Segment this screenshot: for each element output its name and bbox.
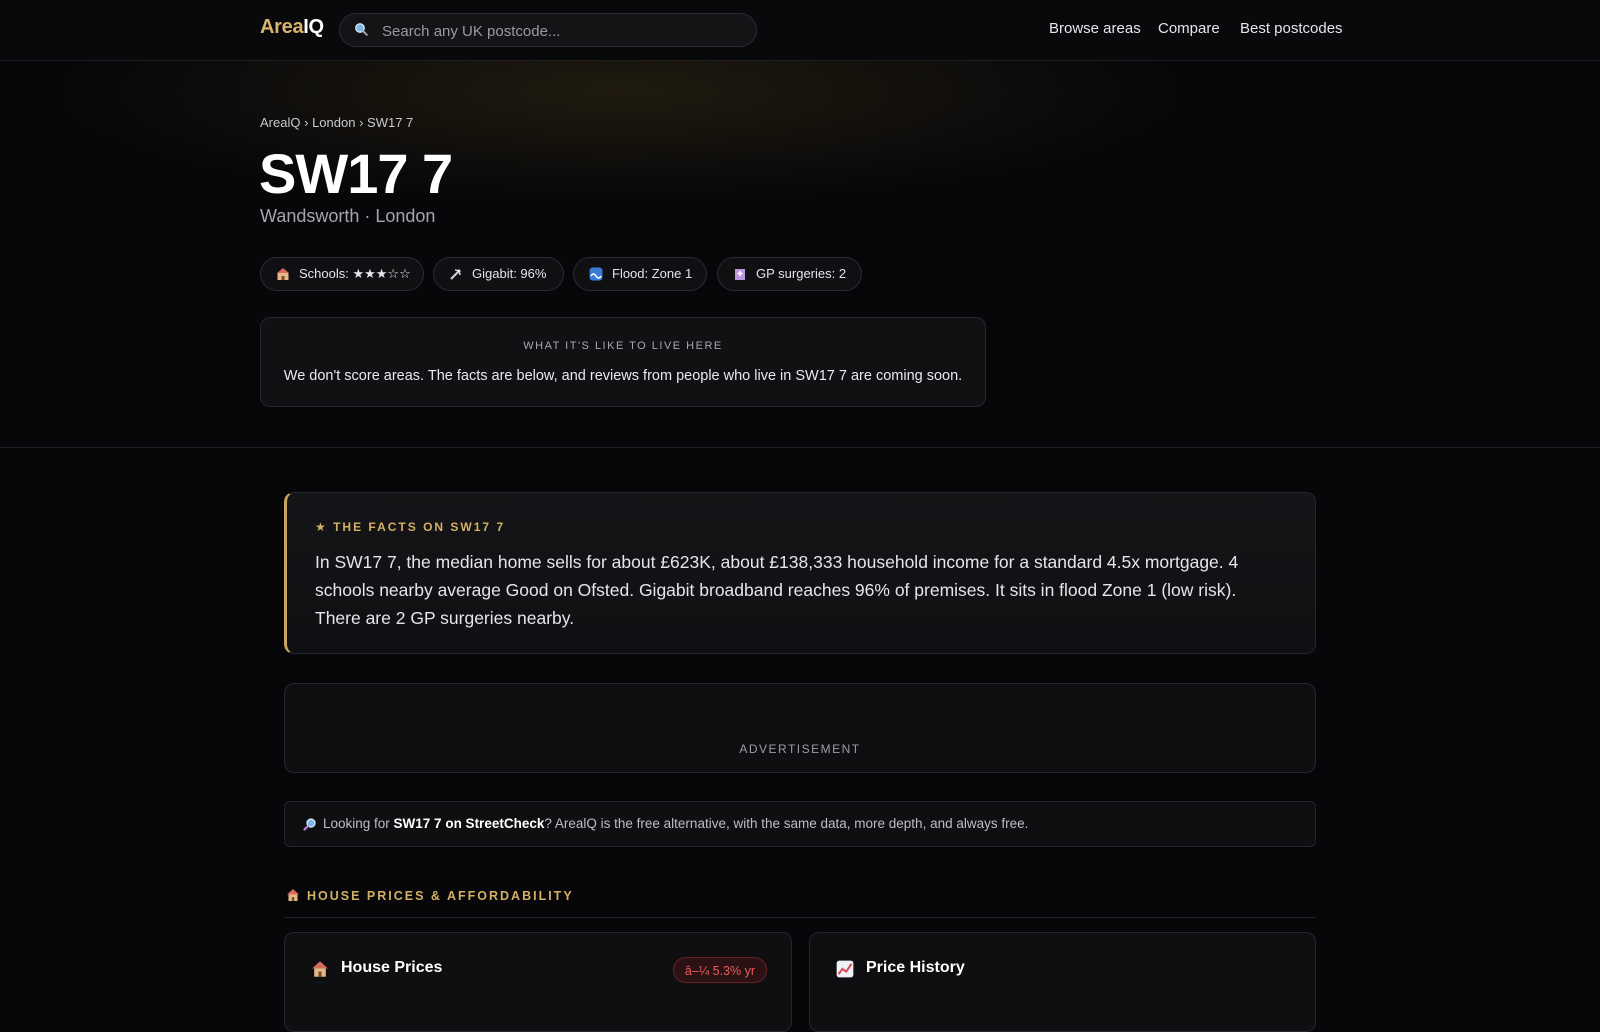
advertisement-label: ADVERTISEMENT	[739, 742, 861, 756]
live-here-panel: WHAT IT'S LIKE TO LIVE HERE We don't sco…	[260, 317, 986, 407]
pill-schools[interactable]: Schools: ★★★☆☆	[260, 257, 424, 291]
section-title: HOUSE PRICES & AFFORDABILITY	[307, 889, 574, 903]
nav-browse-areas[interactable]: Browse areas	[1049, 20, 1141, 37]
price-history-card: Price History	[809, 932, 1316, 1032]
logo-part-iq: IQ	[303, 16, 324, 38]
facts-card: ★ THE FACTS ON SW17 7 In SW17 7, the med…	[284, 492, 1316, 654]
pill-gp-surgeries[interactable]: GP surgeries: 2	[717, 257, 862, 291]
nav-compare[interactable]: Compare	[1158, 20, 1220, 37]
wave-icon	[589, 267, 603, 281]
card-title: Price History	[866, 959, 965, 976]
page-subtitle: Wandsworth · London	[260, 206, 436, 226]
pill-label: Gigabit: 96%	[472, 266, 547, 281]
advertisement-slot: ADVERTISEMENT	[284, 683, 1316, 773]
live-here-text: We don't score areas. The facts are belo…	[283, 368, 963, 384]
hospital-icon	[735, 269, 745, 280]
breadcrumb-current: SW17 7	[367, 115, 414, 130]
search-icon	[355, 23, 368, 36]
house-icon	[312, 961, 328, 977]
hero-section: ArealQ › London › SW17 7 SW17 7 Wandswor…	[0, 61, 1600, 448]
live-here-label: WHAT IT'S LIKE TO LIVE HERE	[523, 340, 723, 352]
search-bar[interactable]	[339, 13, 757, 47]
top-bar: AreaIQ Browse areas Compare Best postcod…	[0, 0, 1600, 61]
facts-body: In SW17 7, the median home sells for abo…	[315, 552, 1239, 628]
price-change-badge: â–¼ 5.3% yr	[672, 957, 767, 983]
house-icon	[287, 889, 299, 901]
pill-label: Flood: Zone 1	[612, 266, 693, 281]
pill-label: Schools: ★★★☆☆	[299, 266, 411, 281]
streetcheck-notice: Looking for SW17 7 on StreetCheck? Areal…	[284, 801, 1316, 847]
satellite-icon	[450, 269, 461, 280]
search-input[interactable]	[380, 20, 744, 42]
logo-part-area: Area	[260, 16, 304, 38]
breadcrumb-home[interactable]: ArealQ	[260, 115, 300, 130]
pill-label: GP surgeries: 2	[756, 266, 847, 281]
facts-heading: ★ THE FACTS ON SW17 7	[315, 520, 506, 534]
pill-flood[interactable]: Flood: Zone 1	[573, 257, 707, 291]
logo[interactable]: AreaIQ	[260, 16, 324, 39]
house-prices-card: House Prices â–¼ 5.3% yr	[284, 932, 792, 1032]
pill-gigabit[interactable]: Gigabit: 96%	[433, 257, 564, 291]
nav-best-postcodes[interactable]: Best postcodes	[1240, 20, 1343, 37]
magnifier-icon	[303, 818, 316, 831]
breadcrumb: ArealQ › London › SW17 7	[260, 115, 413, 130]
breadcrumb-london[interactable]: London	[312, 115, 355, 130]
streetcheck-link[interactable]: SW17 7 on StreetCheck	[394, 816, 545, 831]
streetcheck-prefix: Looking for	[323, 816, 394, 831]
streetcheck-suffix: ? ArealQ is the free alternative, with t…	[544, 816, 1029, 831]
breadcrumb-separator: ›	[359, 115, 364, 130]
page-title: SW17 7	[259, 142, 453, 205]
breadcrumb-separator: ›	[304, 115, 309, 130]
section-header-house-prices: HOUSE PRICES & AFFORDABILITY	[284, 887, 1316, 918]
chart-icon	[836, 960, 854, 978]
card-title: House Prices	[341, 959, 443, 976]
school-icon	[277, 268, 289, 280]
